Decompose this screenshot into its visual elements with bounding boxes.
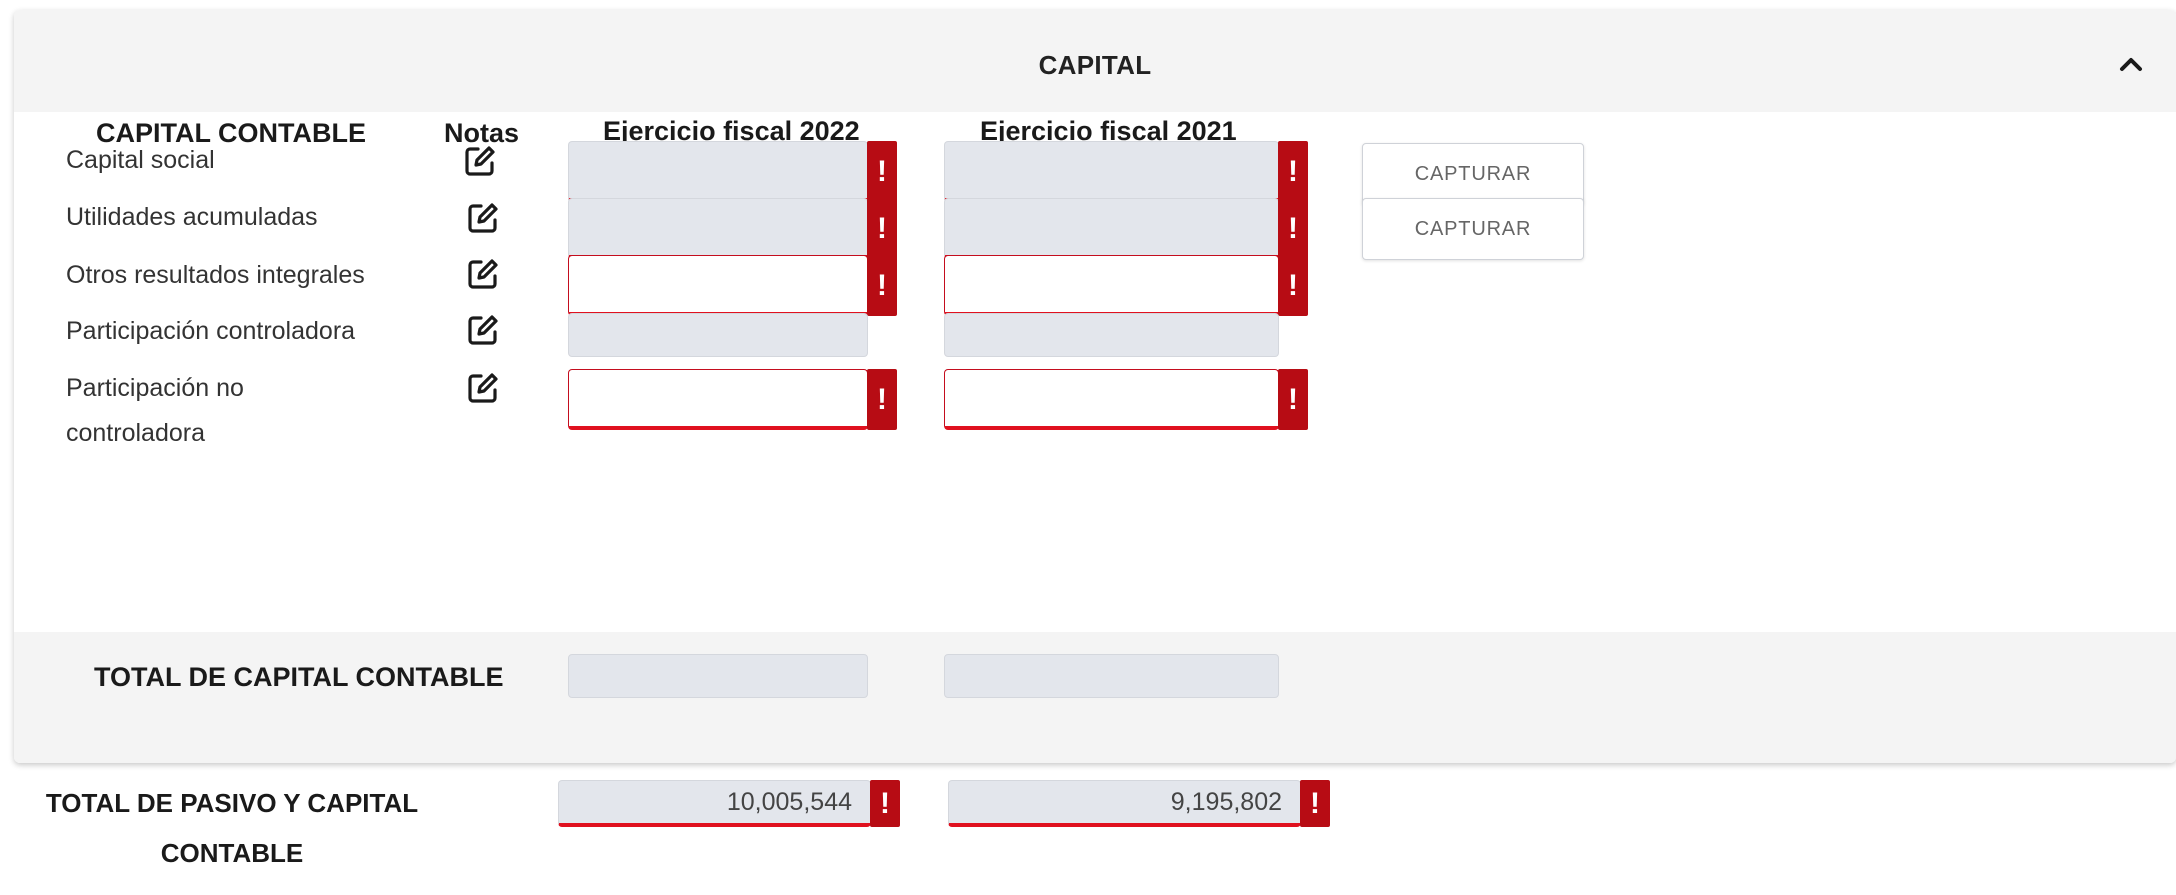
- row-label-line-1: Participación no: [66, 374, 244, 402]
- total-capital-2022-field: [568, 654, 868, 698]
- row-label-capital-social: Capital social: [66, 146, 215, 174]
- total-capital-2021-input: [945, 655, 1278, 697]
- participacion-no-controladora-2022-input[interactable]: [569, 370, 867, 426]
- edit-note-icon[interactable]: [462, 143, 498, 179]
- capital-social-2021-field[interactable]: [944, 141, 1279, 202]
- utilidades-acumuladas-2022-field[interactable]: [568, 198, 868, 259]
- row-label-otros-resultados-integrales: Otros resultados integrales: [66, 261, 365, 289]
- total-pasivo-capital-2021-field: [948, 780, 1301, 827]
- participacion-controladora-2021-field: [944, 313, 1279, 357]
- total-capital-2022-input: [569, 655, 867, 697]
- capital-social-2021-error-icon: !: [1278, 141, 1308, 202]
- capital-social-2022-error-icon: !: [867, 141, 897, 202]
- participacion-no-controladora-2021-error-icon: !: [1278, 369, 1308, 430]
- total-pasivo-capital-2022-error-icon: !: [870, 780, 900, 827]
- edit-note-icon[interactable]: [465, 200, 501, 236]
- utilidades-acumuladas-2022-error-icon: !: [867, 198, 897, 259]
- participacion-controladora-2022-field: [568, 313, 868, 357]
- utilidades-acumuladas-2021-error-icon: !: [1278, 198, 1308, 259]
- total-capital-label: TOTAL DE CAPITAL CONTABLE: [94, 662, 504, 692]
- utilidades-acumuladas-2021-input[interactable]: [945, 199, 1278, 255]
- participacion-controladora-2022-input: [569, 314, 867, 356]
- capital-panel-header[interactable]: CAPITAL: [14, 10, 2176, 112]
- total-pasivo-capital-2022-field: [558, 780, 871, 827]
- participacion-no-controladora-2022-field[interactable]: [568, 369, 868, 430]
- otros-resultados-2022-error-icon: !: [867, 255, 897, 316]
- edit-note-icon[interactable]: [465, 370, 501, 406]
- participacion-no-controladora-2021-field[interactable]: [944, 369, 1279, 430]
- otros-resultados-2021-field[interactable]: [944, 255, 1279, 316]
- capital-social-2021-input[interactable]: [945, 142, 1278, 198]
- capital-social-2022-input[interactable]: [569, 142, 867, 198]
- row-label-line-2: controladora: [66, 419, 205, 447]
- edit-note-icon[interactable]: [465, 256, 501, 292]
- participacion-no-controladora-2022-error-icon: !: [867, 369, 897, 430]
- utilidades-acumuladas-2022-input[interactable]: [569, 199, 867, 255]
- utilidades-acumuladas-capture-button[interactable]: CAPTURAR: [1362, 198, 1584, 260]
- total-pasivo-capital-2021-error-icon: !: [1300, 780, 1330, 827]
- edit-note-icon[interactable]: [465, 312, 501, 348]
- row-label-participacion-controladora: Participación controladora: [66, 317, 356, 345]
- total-pasivo-capital-label-line-1: TOTAL DE PASIVO Y CAPITAL: [45, 788, 419, 818]
- participacion-no-controladora-2021-input[interactable]: [945, 370, 1278, 426]
- row-label-participacion-no-controladora: Participación no controladora: [66, 366, 244, 456]
- capital-social-capture-button[interactable]: CAPTURAR: [1362, 143, 1584, 205]
- total-pasivo-capital-label: TOTAL DE PASIVO Y CAPITAL CONTABLE: [32, 778, 432, 878]
- row-label-utilidades-acumuladas: Utilidades acumuladas: [66, 203, 318, 231]
- otros-resultados-2022-field[interactable]: [568, 255, 868, 316]
- chevron-up-icon[interactable]: [2116, 52, 2146, 76]
- capital-panel: CAPITAL CAPITAL CONTABLE Notas Ejercicio…: [14, 10, 2176, 763]
- utilidades-acumuladas-2021-field[interactable]: [944, 198, 1279, 259]
- section-title: CAPITAL: [1038, 50, 1152, 80]
- total-capital-band: TOTAL DE CAPITAL CONTABLE: [14, 632, 2176, 763]
- otros-resultados-2021-input[interactable]: [945, 256, 1278, 312]
- capital-social-2022-field[interactable]: [568, 141, 868, 202]
- total-pasivo-capital-label-line-2: CONTABLE: [160, 838, 304, 868]
- total-pasivo-capital-2022-input: [559, 781, 870, 823]
- participacion-controladora-2021-input: [945, 314, 1278, 356]
- total-capital-2021-field: [944, 654, 1279, 698]
- total-pasivo-capital-2021-input: [949, 781, 1300, 823]
- otros-resultados-2021-error-icon: !: [1278, 255, 1308, 316]
- otros-resultados-2022-input[interactable]: [569, 256, 867, 312]
